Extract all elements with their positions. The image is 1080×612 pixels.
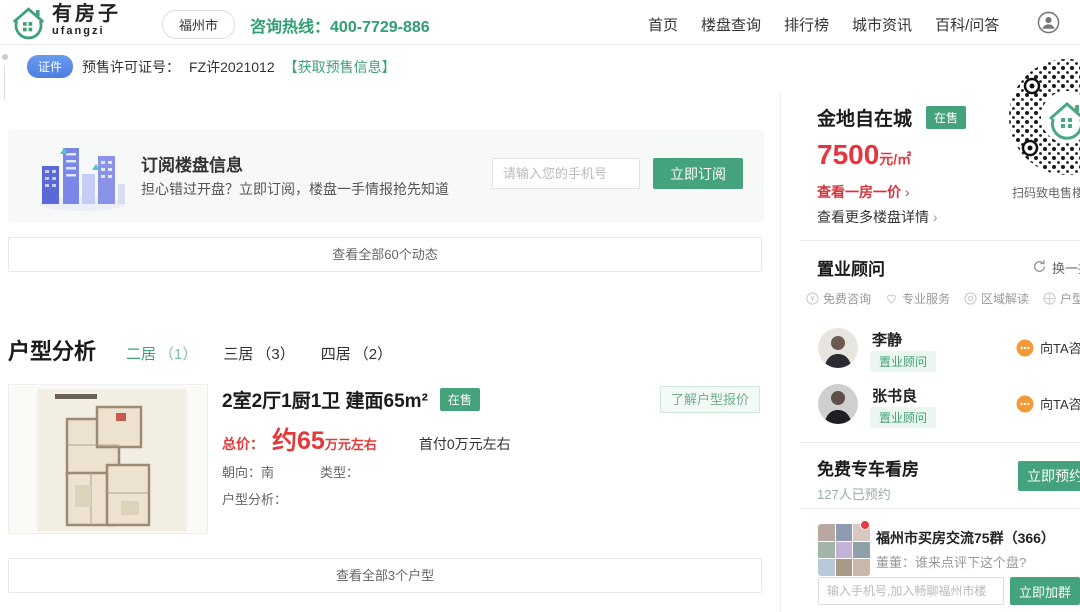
group-phone-input[interactable]	[818, 577, 1004, 605]
sidebar-divider	[800, 508, 1080, 509]
target-circle-icon	[964, 292, 977, 305]
floorplan-image[interactable]	[8, 384, 208, 534]
price-label: 总价：	[222, 434, 264, 454]
qr-code	[1006, 56, 1080, 183]
compass-circle-icon	[1043, 292, 1056, 305]
view-all-dynamics-bar[interactable]: 查看全部60个动态	[8, 237, 762, 272]
agent-avatar	[818, 384, 858, 424]
certificate-label: 预售许可证号：	[82, 57, 180, 77]
hotline-number: 400-7729-886	[330, 19, 430, 36]
city-selector[interactable]: 福州市	[162, 10, 235, 39]
project-detail-link[interactable]: 查看更多楼盘详情	[817, 207, 938, 227]
nav-item-wiki[interactable]: 百科/问答	[935, 14, 999, 35]
tab-four-room[interactable]: 四居（2）	[321, 343, 392, 364]
agent-role-badge: 置业顾问	[870, 351, 936, 372]
timeline-line	[4, 66, 5, 100]
listing-status-badge: 在售	[440, 388, 480, 411]
nav-item-ranking[interactable]: 排行榜	[784, 14, 829, 35]
advisor-service-tags: 免费咨询 专业服务 区域解读 户型解读	[806, 290, 1080, 307]
price-value: 约65	[272, 421, 325, 457]
group-last-message: 董董：谁来点评下这个盘?	[876, 552, 1026, 571]
group-notification-dot	[860, 520, 870, 530]
agent-card: 李静 置业顾问 向TA咨询	[818, 328, 1080, 374]
timeline-dot	[2, 54, 8, 60]
project-price: 7500 元/㎡	[817, 139, 911, 171]
subscribe-button[interactable]: 立即订阅	[653, 158, 743, 189]
brand-wordmark[interactable]: 有房子 ufangzi	[52, 3, 121, 37]
join-group-button[interactable]: 立即加群	[1010, 577, 1080, 605]
agent-avatar	[818, 328, 858, 368]
chat-icon	[1016, 395, 1034, 413]
header: 有房子 ufangzi 福州市 咨询热线：400-7729-886 首页 楼盘查…	[0, 0, 1080, 45]
project-name: 金地自在城	[817, 104, 912, 131]
buildings-illustration-icon	[36, 140, 128, 217]
main-nav: 首页 楼盘查询 排行榜 城市资讯 百科/问答	[648, 14, 999, 35]
hotline-label: 咨询热线：	[250, 19, 330, 36]
ask-agent-button[interactable]: 向TA咨询	[1016, 338, 1080, 357]
chat-icon	[1016, 339, 1034, 357]
advisor-section-title: 置业顾问	[817, 255, 885, 280]
huxing-section-title: 户型分析	[8, 334, 96, 366]
refresh-icon	[1032, 259, 1047, 277]
view-all-huxing-bar[interactable]: 查看全部3个户型	[8, 558, 762, 593]
get-presale-info-link[interactable]: 【获取预售信息】	[284, 57, 396, 77]
yen-circle-icon	[806, 292, 819, 305]
agent-name: 张书良	[872, 385, 917, 406]
book-car-button[interactable]: 立即预约	[1018, 461, 1080, 491]
nav-item-home[interactable]: 首页	[648, 14, 678, 35]
listing-title: 2室2厅1厨1卫 建面65m²	[222, 386, 428, 413]
project-status-badge: 在售	[926, 106, 966, 129]
certificate-badge: 证件	[27, 55, 73, 78]
tag-huxing-insight: 户型解读	[1043, 290, 1080, 307]
column-divider	[780, 92, 781, 612]
certificate-number: FZ许2021012	[189, 57, 275, 77]
project-header: 金地自在城 在售	[817, 104, 966, 131]
price-list-link[interactable]: 查看一房一价	[817, 182, 910, 202]
listing-type-label: 类型：	[320, 462, 359, 481]
huxing-report-button[interactable]: 了解户型报价	[660, 386, 760, 413]
project-price-unit: 元/㎡	[879, 149, 911, 169]
listing-price-row: 总价： 约65 万元左右 首付0万元左右	[222, 421, 511, 457]
qr-caption: 扫码致电售楼处	[1012, 184, 1080, 201]
brand-logo-icon	[10, 4, 47, 47]
group-title: 福州市买房交流75群（366）	[876, 528, 1055, 548]
huxing-tabs: 二居（1） 三居（3） 四居（2）	[126, 343, 392, 364]
page: 有房子 ufangzi 福州市 咨询热线：400-7729-886 首页 楼盘查…	[0, 0, 1080, 612]
tag-region-insight: 区域解读	[964, 290, 1029, 307]
tag-free-consult: 免费咨询	[806, 290, 871, 307]
tab-two-room[interactable]: 二居（1）	[126, 343, 197, 364]
brand-title: 有房子	[52, 3, 121, 25]
group-avatar-grid	[818, 524, 870, 576]
listing-orientation: 朝向：南	[222, 462, 274, 481]
car-section-title: 免费专车看房	[817, 455, 919, 480]
user-account-icon[interactable]	[1037, 11, 1060, 39]
listing-analysis-label: 户型分析：	[222, 489, 287, 508]
listing-title-row: 2室2厅1厨1卫 建面65m² 在售	[222, 386, 480, 413]
subscribe-title: 订阅楼盘信息	[141, 151, 243, 176]
brand-subtitle: ufangzi	[52, 25, 121, 37]
refresh-label: 换一批	[1052, 258, 1080, 277]
car-booked-count: 127人已预约	[817, 484, 891, 503]
sidebar-divider	[800, 240, 1080, 241]
refresh-advisors[interactable]: 换一批	[1032, 258, 1080, 277]
agent-name: 李静	[872, 329, 902, 350]
phone-input[interactable]	[492, 158, 640, 189]
nav-item-search[interactable]: 楼盘查询	[701, 14, 761, 35]
tab-three-room[interactable]: 三居（3）	[223, 343, 294, 364]
downpayment: 首付0万元左右	[419, 434, 511, 454]
nav-item-news[interactable]: 城市资讯	[852, 14, 912, 35]
tag-pro-service: 专业服务	[885, 290, 950, 307]
hotline: 咨询热线：400-7729-886	[250, 13, 430, 37]
certificate-row: 证件 预售许可证号： FZ许2021012 【获取预售信息】	[27, 55, 396, 78]
ask-agent-button[interactable]: 向TA咨询	[1016, 394, 1080, 413]
subscribe-banner: 订阅楼盘信息 担心错过开盘？立即订阅，楼盘一手情报抢先知道 立即订阅	[8, 130, 764, 222]
project-price-value: 7500	[817, 139, 879, 171]
heart-icon	[885, 292, 898, 305]
sidebar-divider	[800, 442, 1080, 443]
price-suffix: 万元左右	[325, 434, 377, 453]
subscribe-subtitle: 担心错过开盘？立即订阅，楼盘一手情报抢先知道	[141, 179, 449, 199]
agent-role-badge: 置业顾问	[870, 407, 936, 428]
agent-card: 张书良 置业顾问 向TA咨询	[818, 384, 1080, 430]
